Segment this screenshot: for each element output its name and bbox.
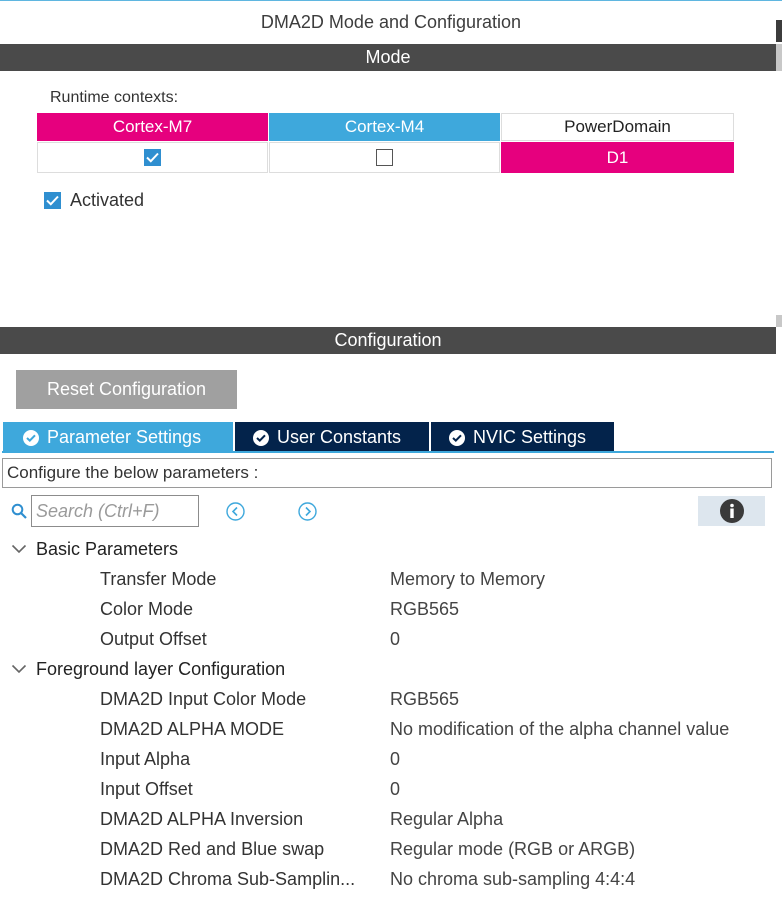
runtime-contexts-label: Runtime contexts:	[50, 89, 179, 106]
param-name-input-offset[interactable]: Input Offset	[100, 777, 193, 801]
param-value-color-mode[interactable]: RGB565	[390, 597, 459, 621]
window-edge	[776, 20, 782, 42]
search-input[interactable]	[31, 495, 199, 527]
param-name-chroma-sub-sampling[interactable]: DMA2D Chroma Sub-Samplin...	[100, 867, 355, 891]
param-value-output-offset[interactable]: 0	[390, 627, 400, 651]
param-name-red-blue-swap[interactable]: DMA2D Red and Blue swap	[100, 837, 324, 861]
context-cell-cortex-m7	[37, 142, 268, 173]
checkmark-icon	[146, 152, 159, 163]
tab-nvic-settings[interactable]: NVIC Settings	[431, 422, 614, 453]
chevron-down-icon	[11, 544, 27, 554]
activated-toggle[interactable]: Activated	[44, 190, 144, 211]
param-value-red-blue-swap[interactable]: Regular mode (RGB or ARGB)	[390, 837, 635, 861]
param-name-alpha-inversion[interactable]: DMA2D ALPHA Inversion	[100, 807, 303, 831]
param-value-input-alpha[interactable]: 0	[390, 747, 400, 771]
param-name-color-mode[interactable]: Color Mode	[100, 597, 193, 621]
tab-parameter-settings[interactable]: Parameter Settings	[3, 422, 233, 453]
power-domain-value[interactable]: D1	[501, 142, 734, 173]
tab-user-constants[interactable]: User Constants	[235, 422, 429, 453]
context-cell-cortex-m4	[269, 142, 500, 173]
group-basic-parameters[interactable]: Basic Parameters	[11, 537, 178, 561]
runtime-contexts-table: Cortex-M7 Cortex-M4 PowerDomain D1	[37, 113, 734, 174]
tab-label: Parameter Settings	[47, 427, 202, 447]
param-value-input-offset[interactable]: 0	[390, 777, 400, 801]
search-icon	[11, 503, 28, 525]
context-header-cortex-m7: Cortex-M7	[37, 113, 268, 141]
reset-configuration-button[interactable]: Reset Configuration	[16, 370, 237, 409]
power-domain-header: PowerDomain	[501, 113, 734, 141]
activated-checkbox[interactable]	[44, 192, 61, 209]
window-title: DMA2D Mode and Configuration	[0, 0, 782, 44]
cortex-m4-checkbox[interactable]	[376, 149, 393, 166]
tab-label: NVIC Settings	[473, 427, 587, 447]
check-circle-icon	[253, 429, 269, 446]
group-foreground-layer[interactable]: Foreground layer Configuration	[11, 657, 285, 681]
checkmark-icon	[46, 195, 59, 206]
param-name-alpha-mode[interactable]: DMA2D ALPHA MODE	[100, 717, 284, 741]
group-label: Basic Parameters	[36, 538, 179, 559]
group-label: Foreground layer Configuration	[36, 658, 286, 679]
mode-header: Mode	[0, 44, 776, 71]
search-next-icon[interactable]	[298, 502, 317, 521]
param-value-input-color-mode[interactable]: RGB565	[390, 687, 459, 711]
activated-label: Activated	[70, 190, 145, 210]
configure-prompt: Configure the below parameters :	[2, 458, 772, 488]
chevron-down-icon	[11, 664, 27, 674]
scrollbar-track[interactable]	[776, 44, 782, 71]
param-name-output-offset[interactable]: Output Offset	[100, 627, 207, 651]
context-header-cortex-m4: Cortex-M4	[269, 113, 500, 141]
cortex-m7-checkbox[interactable]	[144, 149, 161, 166]
info-icon	[719, 499, 744, 523]
search-previous-icon[interactable]	[226, 502, 245, 521]
tab-label: User Constants	[277, 427, 402, 447]
param-name-input-alpha[interactable]: Input Alpha	[100, 747, 190, 771]
param-name-transfer-mode[interactable]: Transfer Mode	[100, 567, 216, 591]
param-value-alpha-mode[interactable]: No modification of the alpha channel val…	[390, 717, 729, 741]
check-circle-icon	[449, 429, 465, 446]
param-value-alpha-inversion[interactable]: Regular Alpha	[390, 807, 503, 831]
check-circle-icon	[23, 429, 39, 446]
configuration-header: Configuration	[0, 327, 776, 354]
param-name-input-color-mode[interactable]: DMA2D Input Color Mode	[100, 687, 306, 711]
splitter-handle[interactable]	[776, 315, 782, 327]
info-button[interactable]	[698, 496, 765, 526]
param-value-chroma-sub-sampling[interactable]: No chroma sub-sampling 4:4:4	[390, 867, 635, 891]
param-value-transfer-mode[interactable]: Memory to Memory	[390, 567, 545, 591]
tab-underline	[2, 451, 774, 453]
